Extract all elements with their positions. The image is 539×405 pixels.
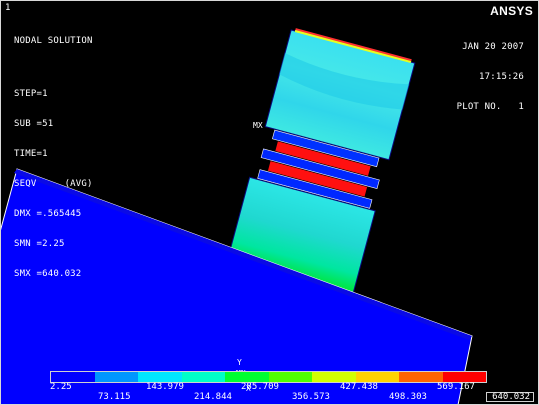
legend-swatch xyxy=(94,372,138,382)
legend-tick-top: 569.167 xyxy=(437,382,475,392)
legend-tick-bottom: 73.115 xyxy=(98,392,131,402)
legend-swatch xyxy=(181,372,225,382)
solution-title: NODAL SOLUTION xyxy=(14,36,93,46)
plot-date: JAN 20 2007 xyxy=(462,42,524,52)
ansys-logo: ANSYS xyxy=(490,4,533,18)
legend-tick-bottom: 356.573 xyxy=(292,392,330,402)
legend-tick-top: 285.709 xyxy=(241,382,279,392)
legend-swatch xyxy=(51,372,95,382)
solution-blank xyxy=(14,66,93,69)
legend-swatch xyxy=(355,372,399,382)
solution-step: STEP=1 xyxy=(14,89,48,99)
plot-info: JAN 20 2007 17:15:26 PLOT NO. 1 xyxy=(457,22,524,132)
legend-swatch xyxy=(399,372,443,382)
legend-swatch xyxy=(312,372,356,382)
solution-smn: SMN =2.25 xyxy=(14,239,65,249)
plot-number: PLOT NO. 1 xyxy=(456,102,524,112)
legend-swatch xyxy=(138,372,182,382)
legend-swatch xyxy=(225,372,269,382)
legend-tick-bottom: 214.844 xyxy=(194,392,232,402)
solution-info: NODAL SOLUTION STEP=1 SUB =51 TIME=1 SEQ… xyxy=(14,16,93,299)
solution-smx: SMX =640.032 xyxy=(14,269,82,279)
solution-substep: SUB =51 xyxy=(14,119,54,129)
max-marker: MX xyxy=(253,121,263,130)
legend-swatch xyxy=(268,372,312,382)
solution-time: TIME=1 xyxy=(14,149,48,159)
legend-tick-bottom: 498.303 xyxy=(389,392,427,402)
graphics-viewport[interactable]: 1 NODAL SOLUTION STEP=1 SUB =51 TIME=1 S… xyxy=(0,0,539,405)
axis-y-label: Y xyxy=(237,358,242,367)
window-number: 1 xyxy=(5,3,11,13)
legend-tick-top: 427.438 xyxy=(340,382,378,392)
legend-swatch xyxy=(442,372,486,382)
solution-dmx: DMX =.565445 xyxy=(14,209,82,219)
solution-result-type: SEQV (AVG) xyxy=(14,179,93,189)
legend-tick-top: 143.979 xyxy=(146,382,184,392)
legend-max-value: 640.032 xyxy=(486,392,534,402)
legend-tick-top: 2.25 xyxy=(50,382,72,392)
plot-time: 17:15:26 xyxy=(479,72,524,82)
